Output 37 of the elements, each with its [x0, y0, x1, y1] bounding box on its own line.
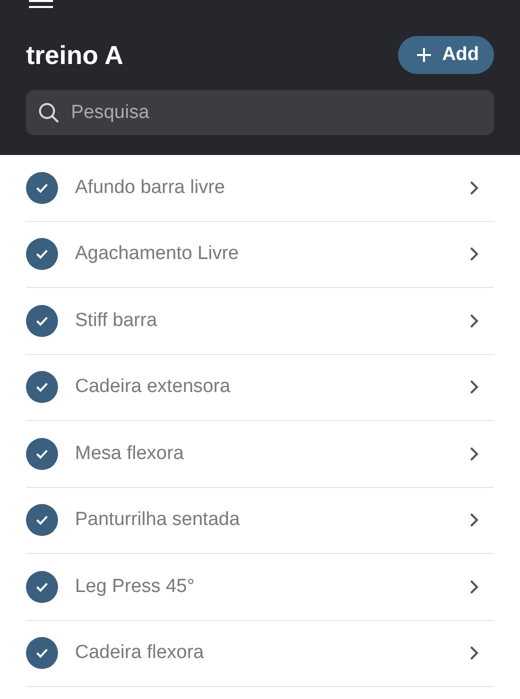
- checkbox[interactable]: [26, 371, 58, 404]
- chevron-icon[interactable]: [468, 446, 480, 462]
- page-title: treino A: [26, 40, 124, 70]
- chevron-icon[interactable]: [468, 578, 480, 595]
- exercise-name[interactable]: Panturrilha sentada: [75, 509, 468, 532]
- search-field[interactable]: Pesquisa: [26, 90, 494, 135]
- exercise-name[interactable]: Cadeira flexora: [75, 642, 468, 664]
- menu-icon[interactable]: [28, 0, 54, 8]
- exercise-name[interactable]: Cadeira extensora: [75, 376, 468, 398]
- checkmark-icon: [35, 647, 49, 660]
- checkbox[interactable]: [26, 637, 58, 670]
- chevron-icon[interactable]: [468, 180, 480, 196]
- checkbox[interactable]: [26, 504, 58, 536]
- chevron-icon[interactable]: [468, 379, 480, 396]
- checkbox[interactable]: [26, 570, 58, 603]
- checkmark-icon: [35, 514, 49, 526]
- exercise-name[interactable]: Stiff barra: [75, 310, 468, 332]
- checkmark-icon: [35, 381, 49, 394]
- exercise-name[interactable]: Leg Press 45°: [75, 576, 468, 598]
- checkbox[interactable]: [26, 238, 58, 270]
- checkbox[interactable]: [26, 304, 58, 337]
- plus-icon: [416, 47, 432, 63]
- checkbox[interactable]: [26, 438, 58, 470]
- checkbox[interactable]: [26, 172, 58, 204]
- exercise-name[interactable]: Afundo barra livre: [75, 176, 468, 199]
- add-button[interactable]: Add: [398, 36, 494, 74]
- chevron-icon[interactable]: [468, 312, 480, 329]
- exercise-name[interactable]: Agachamento Livre: [75, 243, 468, 266]
- checkmark-icon: [35, 314, 49, 327]
- exercise-name[interactable]: Mesa flexora: [75, 442, 468, 465]
- checkmark-icon: [35, 448, 49, 460]
- checkmark-icon: [35, 182, 49, 194]
- chevron-icon[interactable]: [468, 512, 480, 528]
- checkmark-icon: [35, 580, 49, 593]
- checkmark-icon: [35, 248, 49, 260]
- chevron-icon[interactable]: [468, 246, 480, 262]
- chevron-icon[interactable]: [468, 645, 480, 662]
